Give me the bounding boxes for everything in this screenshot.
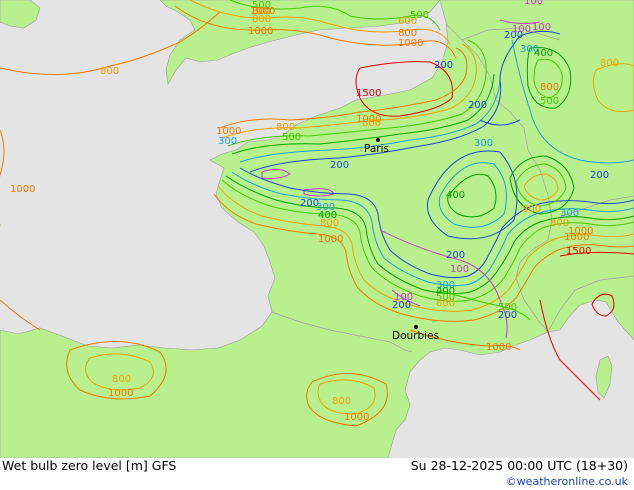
contour-label-1000: 1000	[568, 226, 593, 237]
city-dot-dourbies	[414, 325, 418, 329]
contour-1000-atlantic	[0, 129, 5, 226]
contour-label-200: 200	[434, 60, 453, 71]
footer-bar: Wet bulb zero level [m] GFS Su 28-12-202…	[0, 458, 634, 490]
contour-label-800: 800	[522, 204, 541, 215]
contour-label-800: 800	[332, 396, 351, 407]
city-dot-paris	[376, 138, 380, 142]
landmass-continent	[0, 0, 634, 458]
contour-label-400: 400	[446, 190, 465, 201]
city-label-dourbies: Dourbies	[392, 330, 439, 342]
contour-label-1000: 1000	[344, 412, 369, 423]
contour-label-800: 800	[436, 298, 455, 309]
contour-label-100: 100	[532, 22, 551, 33]
contour-label-200: 200	[590, 170, 609, 181]
contour-label-800: 800	[540, 82, 559, 93]
contour-label-300: 300	[474, 138, 493, 149]
contour-label-1000: 1000	[10, 184, 35, 195]
contour-label-800: 800	[600, 58, 619, 69]
contour-label-500: 500	[410, 10, 429, 21]
forecast-timestamp: Su 28-12-2025 00:00 UTC (18+30)	[410, 458, 628, 473]
contour-label-200: 200	[446, 250, 465, 261]
contour-label-800: 800	[362, 118, 381, 129]
map-panel: Paris Dourbies 500 800 1000 600 800 1000 500 100…	[0, 0, 634, 458]
contour-label-500: 500	[540, 96, 559, 107]
contour-label-800: 800	[550, 218, 569, 229]
credit-link[interactable]: ©weatheronline.co.uk	[506, 475, 628, 488]
contour-label-1000: 1000	[108, 388, 133, 399]
contour-label-100: 100	[512, 24, 531, 35]
landmasses	[0, 0, 634, 458]
contour-label-300: 300	[218, 136, 237, 147]
contour-label-200: 200	[330, 160, 349, 171]
contour-label-400: 400	[534, 48, 553, 59]
contour-label-500: 500	[498, 302, 517, 313]
contour-label-1000: 1000	[248, 26, 273, 37]
contour-label-100: 100	[450, 264, 469, 275]
map-svg: ParisDourbies 50080010006008001000500100…	[0, 0, 634, 458]
contour-label-800: 800	[252, 6, 271, 17]
map-title: Wet bulb zero level [m] GFS	[2, 458, 177, 473]
contour-label-100: 100	[524, 0, 543, 7]
landmass-corsica	[595, 355, 613, 399]
city-label-paris: Paris	[364, 143, 389, 155]
contour-label-1000: 1000	[486, 342, 511, 353]
contour-label-200: 200	[392, 300, 411, 311]
contour-label-1000: 1000	[398, 38, 423, 49]
contour-label-1500: 1500	[356, 88, 381, 99]
contour-1000-southwest	[0, 299, 41, 331]
landmass-ireland	[0, 0, 41, 29]
contour-label-1500: 1500	[566, 246, 591, 257]
contour-label-800: 800	[320, 218, 339, 229]
contour-label-200: 200	[468, 100, 487, 111]
contour-label-500: 500	[282, 132, 301, 143]
contour-label-800: 800	[112, 374, 131, 385]
contour-label-1000: 1000	[318, 234, 343, 245]
contour-label-800: 800	[100, 66, 119, 77]
